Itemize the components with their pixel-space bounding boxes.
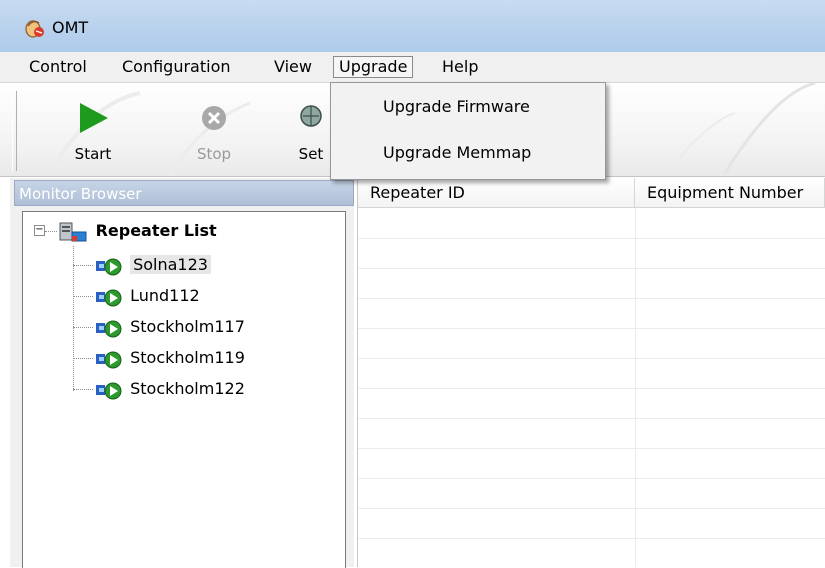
repeater-node-icon [96, 382, 122, 399]
repeater-node-icon [96, 351, 122, 368]
repeater-node-icon [96, 258, 122, 275]
stop-icon [202, 106, 226, 130]
upgrade-dropdown-menu: Upgrade Firmware Upgrade Memmap [330, 82, 606, 180]
tree-connector [73, 358, 93, 359]
tree-node[interactable]: Stockholm119 [93, 346, 245, 370]
toolbar-grip[interactable] [12, 91, 17, 171]
tree-node-label: Stockholm117 [130, 317, 245, 336]
grid-row-line [358, 418, 825, 419]
grid-row-line [358, 478, 825, 479]
tree-node-label: Stockholm122 [130, 379, 245, 398]
menu-control[interactable]: Control [24, 57, 92, 77]
title-bar: OMT [0, 0, 825, 52]
start-button[interactable]: Start [58, 87, 128, 173]
grid-row-line [358, 448, 825, 449]
grid-row-line [358, 538, 825, 539]
grid-row-line [358, 358, 825, 359]
repeater-list-icon [59, 222, 87, 241]
tree-root-label: Repeater List [95, 221, 217, 240]
grid-row-line [358, 328, 825, 329]
tree-node[interactable]: Solna123 [93, 253, 211, 277]
tree-connector [73, 246, 74, 391]
tree-node-label: Lund112 [130, 286, 200, 305]
grid-row-line [358, 508, 825, 509]
collapse-toggle[interactable]: − [34, 225, 45, 236]
app-logo-icon [25, 20, 44, 38]
start-label: Start [74, 145, 112, 163]
tree-connector [73, 389, 93, 390]
grid-row-line [358, 298, 825, 299]
settings-globe-icon [300, 105, 322, 127]
stop-label: Stop [196, 145, 232, 163]
window-title: OMT [52, 18, 89, 37]
repeater-node-icon [96, 289, 122, 306]
tree-connector [73, 327, 93, 328]
menu-upgrade[interactable]: Upgrade [333, 56, 414, 78]
grid-row-line [358, 388, 825, 389]
tree-node[interactable]: Stockholm117 [93, 315, 245, 339]
tree-root-repeater-list[interactable]: Repeater List [58, 219, 217, 243]
column-header-equipment-number[interactable]: Equipment Number [635, 178, 825, 208]
grid-row-line [358, 268, 825, 269]
tree-connector [45, 231, 57, 232]
menu-configuration[interactable]: Configuration [117, 57, 236, 77]
play-icon [80, 103, 108, 133]
tree-connector [73, 296, 93, 297]
repeater-node-icon [96, 320, 122, 337]
tree-node[interactable]: Stockholm122 [93, 377, 245, 401]
column-header-repeater-id[interactable]: Repeater ID [358, 178, 635, 208]
tree-node[interactable]: Lund112 [93, 284, 200, 308]
menu-item-upgrade-firmware[interactable]: Upgrade Firmware [383, 95, 530, 119]
menu-item-upgrade-memmap[interactable]: Upgrade Memmap [383, 141, 531, 165]
grid-row-line [358, 238, 825, 239]
menu-bar: Control Configuration View Upgrade Help [0, 52, 825, 83]
tree-node-label: Solna123 [130, 255, 211, 274]
monitor-browser-header: Monitor Browser [14, 180, 354, 206]
menu-help[interactable]: Help [437, 57, 483, 77]
menu-view[interactable]: View [269, 57, 317, 77]
stop-button[interactable]: Stop [179, 87, 249, 173]
tree-connector [73, 265, 93, 266]
tree-node-label: Stockholm119 [130, 348, 245, 367]
